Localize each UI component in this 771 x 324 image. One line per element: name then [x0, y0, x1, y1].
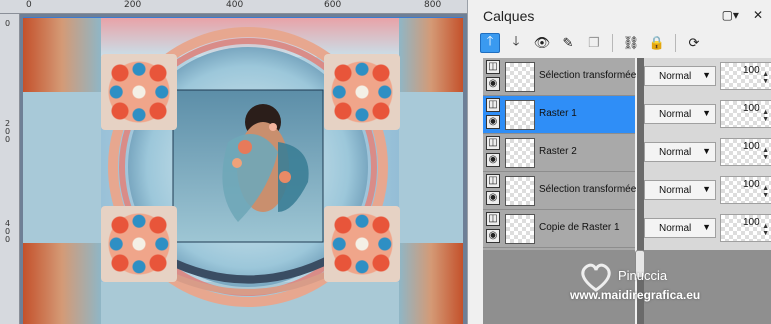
selection-guide	[23, 17, 463, 18]
fractal-ornament	[101, 54, 177, 130]
layer-properties-row: Normal ▼ 100 ▲ ▼	[644, 58, 771, 96]
panel-title: Calques	[483, 8, 535, 24]
layer-row-selected[interactable]: ◫ ◉ Raster 1	[483, 96, 635, 134]
watermark-name: Pinuccia	[618, 268, 668, 283]
opacity-field[interactable]: 100 ▲ ▼	[720, 100, 771, 128]
move-up-icon[interactable]: 🡑	[480, 33, 500, 53]
layer-group-icon[interactable]: ◫	[486, 174, 500, 188]
chevron-down-icon: ▼	[702, 108, 711, 118]
ruler-label: 2 0 0	[5, 119, 11, 144]
spinner-icon[interactable]: ▲ ▼	[762, 147, 769, 161]
layer-thumbnail	[505, 214, 535, 244]
layer-properties: Normal ▼ 100 ▲ ▼ Normal ▼ 100 ▲ ▼ Normal ▼ 100 ▲…	[644, 58, 771, 250]
layer-row[interactable]: ◫ ◉ Copie de Raster 1	[483, 210, 635, 248]
layer-properties-row: Normal ▼ 100 ▲ ▼	[644, 96, 771, 134]
layer-group-icon[interactable]: ◫	[486, 212, 500, 226]
layer-visibility-icon[interactable]: 👁	[532, 33, 552, 53]
layer-name: Copie de Raster 1	[539, 222, 620, 233]
layer-group-icon[interactable]: ◫	[486, 60, 500, 74]
eye-icon[interactable]: ◉	[486, 229, 500, 243]
opacity-value: 100	[743, 103, 760, 114]
blend-mode-select[interactable]: Normal ▼	[644, 142, 716, 162]
paint-brush-icon[interactable]: ✎	[558, 33, 578, 53]
layer-row[interactable]: ◫ ◉ Raster 2	[483, 134, 635, 172]
layer-properties-row: Normal ▼ 100 ▲ ▼	[644, 172, 771, 210]
top-ruler: 0 200 400 600 800	[0, 0, 467, 14]
blend-mode-value: Normal	[659, 71, 692, 82]
fractal-ornament	[324, 206, 400, 282]
lock-icon[interactable]: 🔒	[647, 33, 667, 53]
ruler-label: 800	[424, 0, 442, 10]
left-ruler: 0 2 0 0 4 0 0	[0, 14, 20, 324]
eye-icon[interactable]: ◉	[486, 77, 500, 91]
chevron-down-icon: ▼	[702, 70, 711, 80]
layer-properties-row: Normal ▼ 100 ▲ ▼	[644, 210, 771, 248]
opacity-value: 100	[743, 65, 760, 76]
layer-name: Raster 1	[539, 108, 577, 119]
refresh-icon[interactable]: ⟳	[684, 33, 704, 53]
layer-thumbnail	[505, 138, 535, 168]
spinner-icon[interactable]: ▲ ▼	[762, 223, 769, 237]
layers-panel: Calques ▢▾ ✕ 🡑 🡓 👁 ✎ ❐ ⛓ 🔒 ⟳ ◫ ◉ Sélectio…	[467, 0, 771, 324]
ruler-label: 4 0 0	[5, 219, 11, 244]
fractal-ornament	[101, 206, 177, 282]
fractal-ornament	[324, 54, 400, 130]
opacity-field[interactable]: 100 ▲ ▼	[720, 138, 771, 166]
layer-thumbnail	[505, 100, 535, 130]
spinner-icon[interactable]: ▲ ▼	[762, 109, 769, 123]
blend-mode-value: Normal	[659, 223, 692, 234]
spinner-icon[interactable]: ▲ ▼	[762, 71, 769, 85]
blend-mode-select[interactable]: Normal ▼	[644, 218, 716, 238]
opacity-value: 100	[743, 217, 760, 228]
layer-name: Raster 2	[539, 146, 577, 157]
panel-controls: ▢▾ ✕	[722, 8, 763, 22]
spinner-icon[interactable]: ▲ ▼	[762, 185, 769, 199]
layer-name: Sélection transformée 1	[539, 70, 645, 81]
blend-mode-value: Normal	[659, 147, 692, 158]
eye-icon[interactable]: ◉	[486, 191, 500, 205]
ruler-label: 0	[5, 19, 11, 28]
layer-list: ◫ ◉ Sélection transformée 1 ◫ ◉ Raster 1 ◫…	[483, 58, 645, 250]
blend-mode-select[interactable]: Normal ▼	[644, 180, 716, 200]
image-canvas[interactable]	[23, 17, 463, 324]
layers-toolbar: 🡑 🡓 👁 ✎ ❐ ⛓ 🔒 ⟳	[480, 32, 704, 54]
ruler-label: 600	[324, 0, 342, 10]
ruler-label: 200	[124, 0, 142, 10]
eye-icon[interactable]: ◉	[486, 153, 500, 167]
copy-icon[interactable]: ❐	[584, 33, 604, 53]
opacity-value: 100	[743, 179, 760, 190]
blend-mode-value: Normal	[659, 109, 692, 120]
chevron-down-icon: ▼	[702, 184, 711, 194]
move-down-icon[interactable]: 🡓	[506, 33, 526, 53]
opacity-value: 100	[743, 141, 760, 152]
blend-mode-select[interactable]: Normal ▼	[644, 104, 716, 124]
blend-mode-select[interactable]: Normal ▼	[644, 66, 716, 86]
watermark-url: www.maidiregrafica.eu	[570, 288, 701, 302]
layer-group-icon[interactable]: ◫	[486, 136, 500, 150]
layer-name: Sélection transformée	[539, 184, 637, 195]
chevron-down-icon: ▼	[702, 222, 711, 232]
app-window: 0 200 400 600 800 0 2 0 0 4 0 0 Calques …	[0, 0, 771, 324]
link-icon[interactable]: ⛓	[621, 33, 641, 53]
blend-mode-value: Normal	[659, 185, 692, 196]
layer-group-icon[interactable]: ◫	[486, 98, 500, 112]
opacity-field[interactable]: 100 ▲ ▼	[720, 214, 771, 242]
layer-row[interactable]: ◫ ◉ Sélection transformée	[483, 172, 637, 210]
toolbar-divider	[675, 34, 676, 52]
chevron-down-icon: ▼	[702, 146, 711, 156]
toolbar-divider	[612, 34, 613, 52]
opacity-field[interactable]: 100 ▲ ▼	[720, 176, 771, 204]
watermark: Pinuccia www.maidiregrafica.eu	[548, 262, 771, 312]
ruler-label: 400	[226, 0, 244, 10]
restore-icon[interactable]: ▢▾	[722, 8, 739, 22]
eye-icon[interactable]: ◉	[486, 115, 500, 129]
ruler-label: 0	[26, 0, 32, 10]
close-icon[interactable]: ✕	[753, 8, 763, 22]
layer-properties-row: Normal ▼ 100 ▲ ▼	[644, 134, 771, 172]
layer-thumbnail	[505, 176, 535, 206]
opacity-field[interactable]: 100 ▲ ▼	[720, 62, 771, 90]
layer-row[interactable]: ◫ ◉ Sélection transformée 1	[483, 58, 645, 96]
layer-thumbnail	[505, 62, 535, 92]
